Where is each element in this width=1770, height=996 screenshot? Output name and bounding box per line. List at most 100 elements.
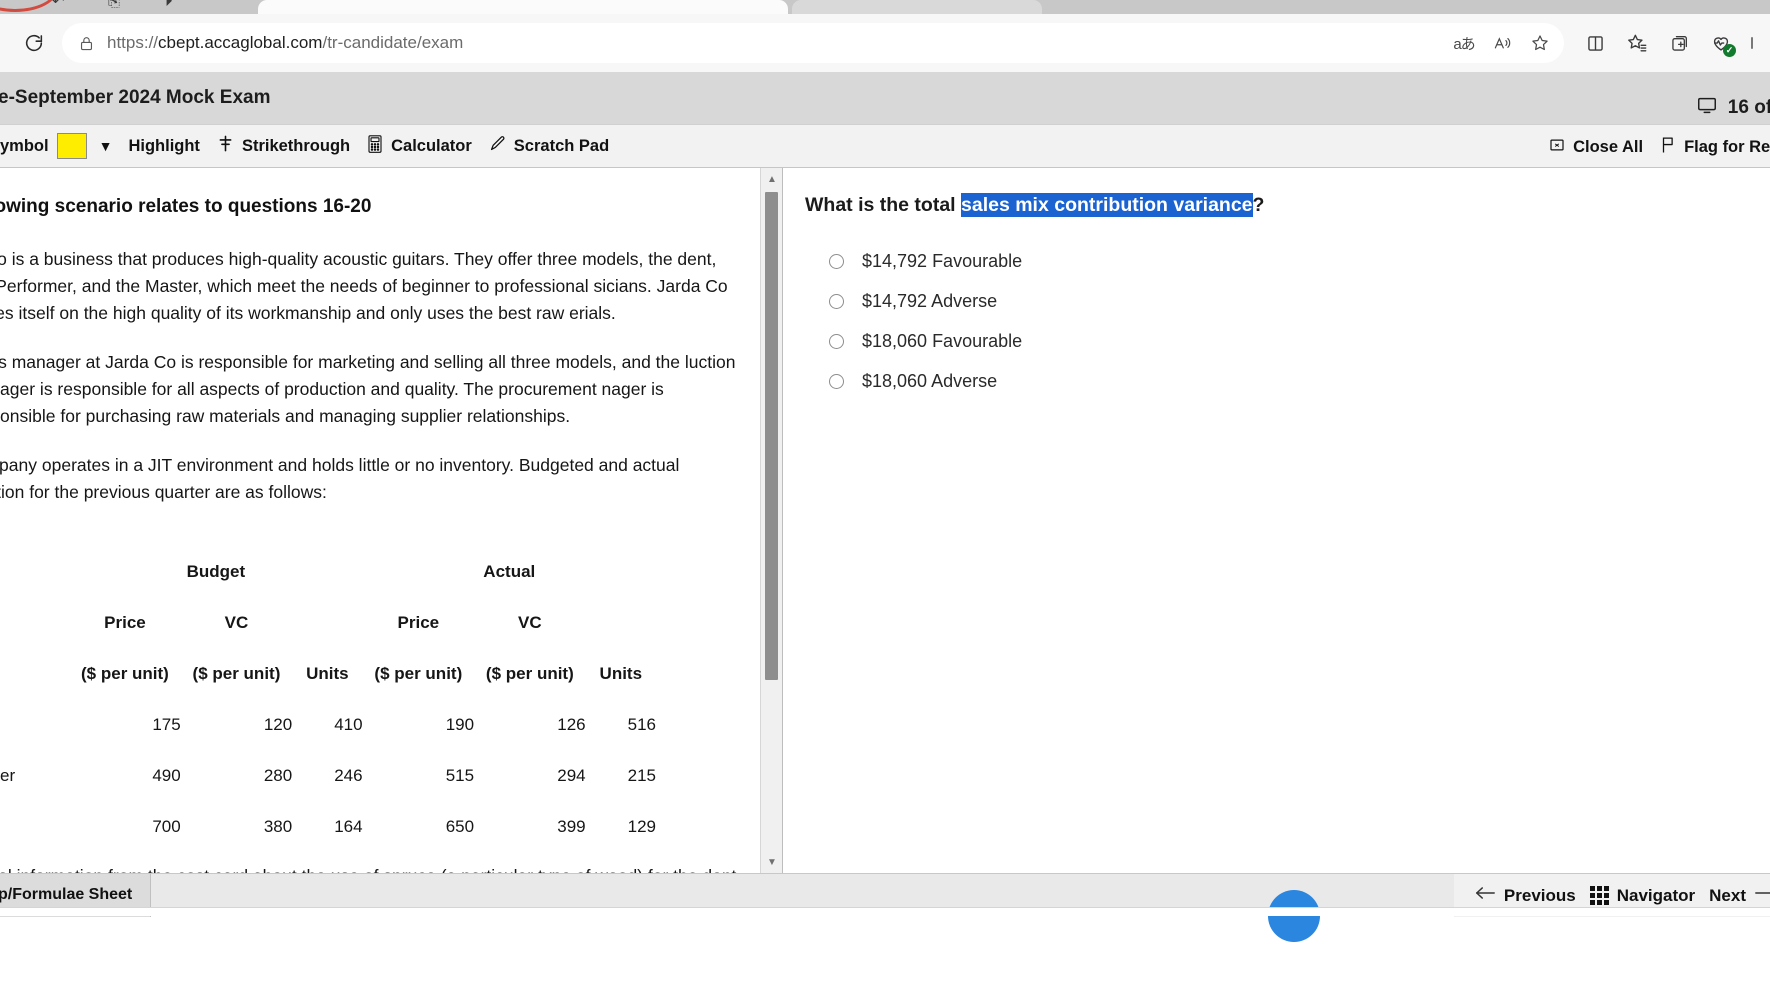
favorites-list-icon[interactable] — [1616, 23, 1658, 63]
radio-button[interactable] — [829, 333, 844, 349]
calculator-tool[interactable]: Calculator — [366, 134, 472, 159]
share-icon[interactable]: ⎘ — [108, 0, 120, 9]
question-stem-suffix: ? — [1252, 194, 1265, 216]
sub-header: VC — [518, 613, 542, 632]
highlight-color-swatch[interactable] — [56, 133, 87, 159]
group-header-budget: Budget — [186, 562, 246, 581]
answer-option-a[interactable]: $14,792 Favourable — [805, 241, 1770, 281]
next-label: Next — [1709, 885, 1746, 905]
exam-toolbar-left: ymbol ▼ Highlight Strikethrough Calculat… — [0, 133, 625, 159]
row-label: dent — [0, 684, 69, 735]
column-header: Units — [599, 664, 643, 683]
row-label: ster — [0, 786, 69, 837]
calculator-icon — [366, 134, 384, 159]
highlight-tool[interactable]: Highlight — [128, 138, 199, 155]
table-unit-header-row: del ($ per unit) ($ per unit) Units ($ p… — [0, 633, 656, 684]
scroll-down-icon[interactable]: ▼ — [761, 851, 782, 873]
strikethrough-tool[interactable]: Strikethrough — [216, 134, 350, 158]
floating-action-button[interactable] — [1268, 890, 1320, 942]
question-counter-text: 16 of 3 — [1727, 97, 1770, 118]
exam-header: e-September 2024 Mock Exam 16 of 3 — [0, 72, 1770, 124]
chevron-down-icon[interactable]: ▼ — [99, 138, 113, 154]
column-header-model: del — [0, 633, 69, 684]
scratch-pad-tool-label: Scratch Pad — [513, 136, 610, 155]
browser-tab-active[interactable] — [258, 0, 788, 14]
browser-essentials-icon[interactable]: ✓ — [1700, 23, 1742, 63]
scenario-paragraph: sales manager at Jarda Co is responsible… — [0, 352, 736, 426]
scrollbar-thumb[interactable] — [765, 192, 778, 680]
answer-option-b[interactable]: $14,792 Adverse — [805, 281, 1770, 321]
browser-tab-inactive[interactable] — [792, 0, 1042, 14]
exam-workspace: following scenario relates to questions … — [0, 168, 1770, 873]
question-stem-prefix: What is the total — [805, 194, 961, 216]
answer-option-label: $14,792 Adverse — [862, 290, 998, 311]
more-options-icon[interactable] — [1742, 23, 1762, 63]
reload-icon[interactable] — [14, 23, 54, 63]
address-bar[interactable]: https://cbept.accaglobal.com/tr-candidat… — [62, 23, 1564, 63]
scroll-up-icon[interactable]: ▲ — [761, 168, 782, 190]
strikethrough-icon — [216, 134, 235, 158]
answer-option-label: $14,792 Favourable — [862, 250, 1023, 271]
cell-actual-vc: 399 — [557, 817, 586, 836]
scenario-paragraph: company operates in a JIT environment an… — [0, 455, 680, 502]
tab-close-icon[interactable]: ⏵ — [165, 0, 173, 9]
tab-group-indicator[interactable] — [0, 0, 58, 12]
table-sub-header-row: Price VC Price VC — [0, 582, 656, 633]
group-header-actual: Actual — [483, 562, 536, 581]
translate-icon[interactable]: aあ — [1446, 25, 1482, 61]
table-row: former 490 280 246 515 294 215 — [0, 735, 656, 786]
question-pane: What is the total sales mix contribution… — [783, 168, 1770, 873]
next-button[interactable]: Next — [1709, 885, 1770, 906]
flag-for-review-label: Flag for Revi — [1684, 137, 1770, 156]
url-text[interactable]: https://cbept.accaglobal.com/tr-candidat… — [107, 33, 1444, 53]
previous-button[interactable]: Previous — [1474, 885, 1576, 906]
question-counter: 16 of 3 — [1696, 94, 1770, 122]
exam-toolbar: ymbol ▼ Highlight Strikethrough Calculat… — [0, 124, 1770, 168]
previous-label: Previous — [1503, 885, 1576, 905]
exam-toolbar-right: Close All Flag for Revi — [1548, 125, 1770, 169]
symbol-tool[interactable]: ymbol — [0, 138, 49, 155]
radio-button[interactable] — [829, 293, 844, 309]
answer-option-c[interactable]: $18,060 Favourable — [805, 321, 1770, 361]
cell-budget-vc: 280 — [263, 766, 293, 785]
budget-actual-table: Budget Actual Price VC Price VC del ($ p… — [0, 528, 656, 837]
lock-icon[interactable] — [78, 35, 95, 52]
back-icon[interactable]: ↶ — [52, 0, 65, 9]
favorite-star-icon[interactable] — [1522, 25, 1558, 61]
close-all-label: Close All — [1573, 137, 1644, 156]
cell-actual-vc: 294 — [557, 766, 586, 785]
split-screen-icon[interactable] — [1574, 23, 1616, 63]
answer-option-d[interactable]: $18,060 Adverse — [805, 361, 1770, 401]
flag-for-review-button[interactable]: Flag for Revi — [1659, 135, 1770, 160]
cell-actual-price: 190 — [445, 715, 475, 734]
cell-actual-units: 129 — [627, 817, 656, 836]
read-aloud-icon[interactable] — [1484, 25, 1520, 61]
scratch-pad-tool[interactable]: Scratch Pad — [488, 134, 609, 158]
cell-budget-units: 246 — [334, 766, 363, 785]
exam-title: e-September 2024 Mock Exam — [0, 87, 271, 108]
radio-button[interactable] — [829, 253, 844, 269]
scenario-paragraph: la Co is a business that produces high-q… — [0, 249, 728, 323]
grid-icon — [1589, 886, 1609, 905]
cell-actual-price: 515 — [445, 766, 475, 785]
cell-budget-price: 700 — [152, 817, 181, 836]
symbol-tool-label: ymbol — [0, 136, 49, 155]
cell-actual-vc: 126 — [557, 715, 586, 734]
navigator-button[interactable]: Navigator — [1589, 886, 1695, 906]
table-row: dent 175 120 410 190 126 516 — [0, 684, 656, 735]
question-stem-highlight: sales mix contribution variance — [961, 193, 1253, 217]
table-row: ster 700 380 164 650 399 129 — [0, 786, 656, 837]
column-header: Units — [306, 664, 349, 683]
cell-actual-price: 650 — [445, 817, 475, 836]
collections-icon[interactable] — [1658, 23, 1700, 63]
radio-button[interactable] — [829, 373, 844, 389]
sub-header: Price — [397, 613, 440, 632]
status-check-badge: ✓ — [1723, 44, 1736, 57]
pencil-icon — [488, 134, 507, 158]
column-header: ($ per unit) — [374, 664, 463, 683]
cell-budget-price: 175 — [152, 715, 181, 734]
close-all-button[interactable]: Close All — [1548, 136, 1643, 159]
scenario-scrollbar[interactable]: ▲ ▼ — [760, 168, 782, 873]
row-label: former — [0, 766, 16, 785]
browser-chrome: ↶ ⎘ ⏵ https://cbept.accaglobal.com/tr-ca… — [0, 0, 1770, 72]
